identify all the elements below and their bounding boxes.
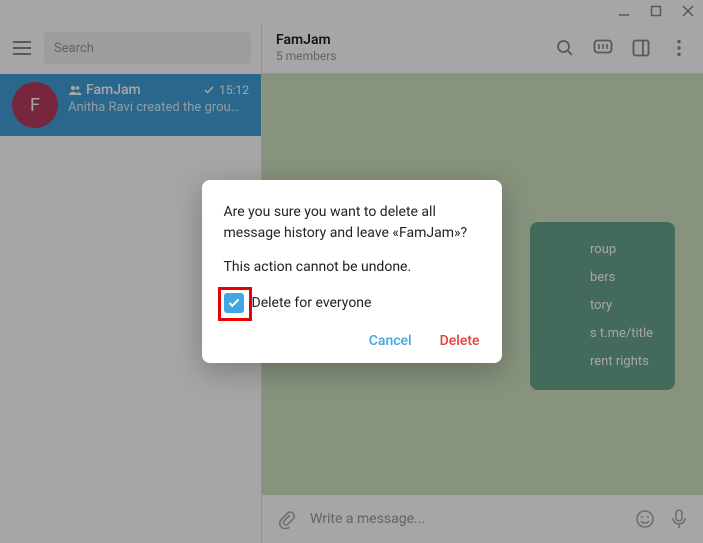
check-icon <box>228 298 240 308</box>
delete-button[interactable]: Delete <box>440 333 480 349</box>
checkbox-label: Delete for everyone <box>252 295 372 311</box>
delete-confirm-dialog: Are you sure you want to delete all mess… <box>202 180 502 363</box>
cancel-button[interactable]: Cancel <box>369 333 412 349</box>
dialog-warning: This action cannot be undone. <box>224 259 480 275</box>
modal-overlay[interactable]: Are you sure you want to delete all mess… <box>0 0 703 543</box>
dialog-message: Are you sure you want to delete all mess… <box>224 202 480 243</box>
delete-everyone-checkbox[interactable] <box>224 293 244 313</box>
